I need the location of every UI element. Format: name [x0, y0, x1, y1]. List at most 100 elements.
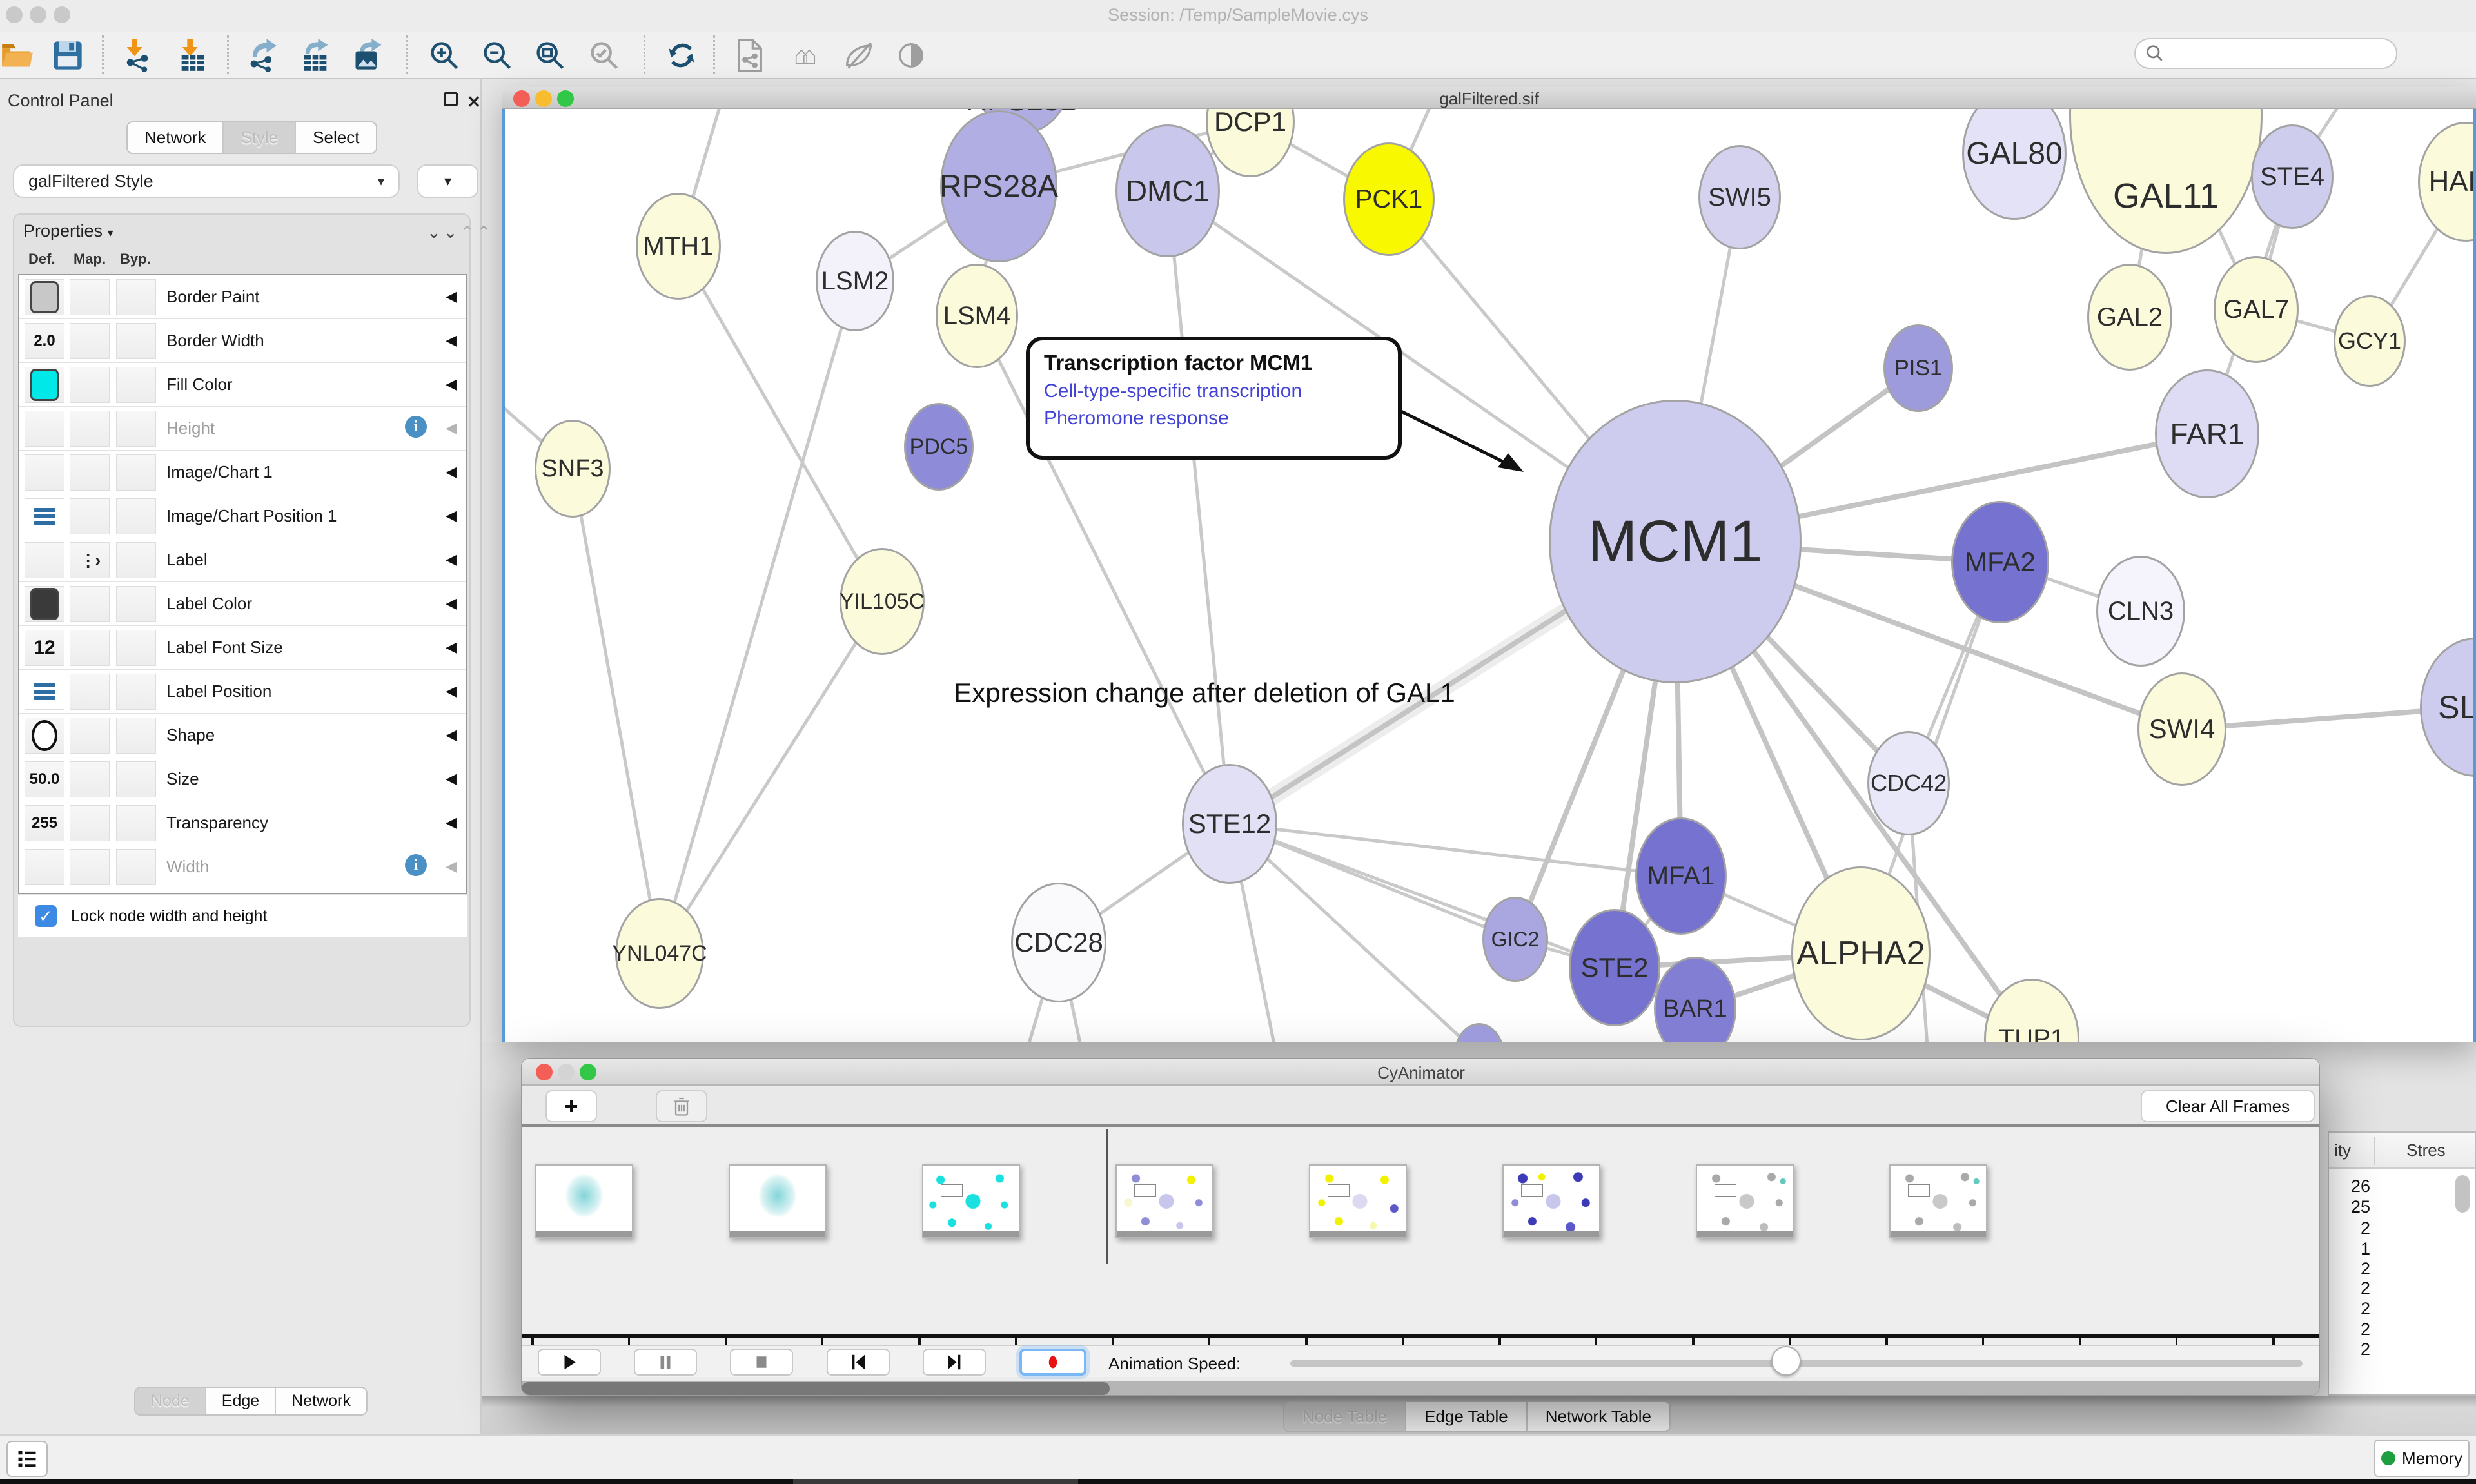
skip-to-end-button[interactable]	[923, 1349, 986, 1376]
network-node[interactable]: MTH1	[636, 193, 721, 300]
property-row-height[interactable]: Height i ◀	[19, 407, 466, 451]
network-node[interactable]: GAL7	[2214, 256, 2299, 363]
column-divider[interactable]	[2374, 1137, 2375, 1165]
expand-arrow-icon[interactable]: ◀	[446, 464, 457, 480]
keyframe-thumbnail[interactable]	[1115, 1164, 1213, 1238]
close-panel-icon[interactable]: ✕	[467, 92, 481, 112]
lock-size-checkbox[interactable]: ✓	[35, 905, 57, 927]
zoom-fit-icon[interactable]	[533, 38, 567, 73]
keyframe-thumbnail[interactable]	[1309, 1164, 1407, 1238]
memory-button[interactable]: Memory	[2374, 1440, 2470, 1477]
tab-edge-table[interactable]: Edge Table	[1406, 1402, 1528, 1431]
network-node[interactable]: FAR1	[2155, 369, 2259, 498]
network-node[interactable]: SWI4	[2137, 672, 2226, 786]
network-node[interactable]: RPS28A	[940, 110, 1057, 262]
cyanimator-timeline[interactable]: 0 1 2 3 4 5 6 7 8 9 Seconds	[522, 1129, 2320, 1345]
property-row-label-font-size[interactable]: 12 Label Font Size ◀	[19, 626, 466, 670]
properties-header[interactable]: Properties ▾	[23, 221, 113, 241]
info-icon[interactable]: i	[405, 854, 427, 876]
expand-arrow-icon[interactable]: ◀	[446, 332, 457, 349]
refresh-layout-icon[interactable]	[664, 38, 699, 73]
expand-arrow-icon[interactable]: ◀	[446, 814, 457, 831]
column-header-centrality[interactable]: ity	[2334, 1140, 2351, 1160]
property-row-transparency[interactable]: 255 Transparency ◀	[19, 801, 466, 845]
clear-all-frames-button[interactable]: Clear All Frames	[2141, 1090, 2315, 1122]
table-cell[interactable]: 2	[2332, 1218, 2370, 1238]
tab-network[interactable]: Network	[128, 122, 224, 153]
property-row-width[interactable]: Width i ◀	[19, 845, 466, 889]
network-node[interactable]: STE4	[2251, 124, 2334, 229]
style-options-menu-button[interactable]: ▾	[417, 164, 478, 198]
expand-arrow-icon[interactable]: ◀	[446, 507, 457, 524]
tab-network-table[interactable]: Network Table	[1528, 1402, 1669, 1431]
expand-arrow-icon[interactable]: ◀	[446, 288, 457, 305]
network-node[interactable]: SNF3	[535, 420, 611, 518]
expand-arrow-icon[interactable]: ◀	[446, 683, 457, 699]
network-node[interactable]: LSM2	[816, 231, 894, 331]
timeline-playhead[interactable]	[1106, 1129, 1108, 1264]
network-node[interactable]: CDC28	[1011, 883, 1106, 1002]
keyframe-thumbnail[interactable]	[1696, 1164, 1794, 1238]
expand-arrow-icon[interactable]: ◀	[446, 595, 457, 612]
style-selector-dropdown[interactable]: galFiltered Style ▾	[13, 164, 400, 198]
export-image-icon[interactable]	[351, 38, 386, 73]
network-node[interactable]: GCY1	[2334, 295, 2406, 387]
expand-arrow-icon[interactable]: ◀	[446, 639, 457, 656]
property-row-label-color[interactable]: Label Color ◀	[19, 582, 466, 626]
network-node[interactable]: SWI5	[1698, 145, 1781, 249]
column-header-stress[interactable]: Stres	[2406, 1140, 2446, 1160]
scrollbar-thumb[interactable]	[522, 1382, 1110, 1395]
slider-thumb[interactable]	[1771, 1346, 1801, 1376]
expand-arrow-icon[interactable]: ◀	[446, 727, 457, 743]
task-history-button[interactable]	[6, 1441, 48, 1477]
network-node[interactable]: GIC2	[1482, 897, 1548, 982]
keyframe-thumbnail[interactable]	[922, 1164, 1020, 1238]
tab-select[interactable]: Select	[296, 122, 376, 153]
property-row-size[interactable]: 50.0 Size ◀	[19, 757, 466, 801]
tab-edge[interactable]: Edge	[206, 1388, 276, 1414]
import-network-icon[interactable]	[120, 38, 155, 73]
play-button[interactable]	[538, 1349, 601, 1376]
record-button[interactable]	[1019, 1349, 1086, 1376]
network-node[interactable]: MFA2	[1951, 501, 2049, 623]
expand-collapse-icons[interactable]: ⌄⌄⌃⌃	[427, 222, 493, 242]
table-cell[interactable]: 25	[2332, 1197, 2370, 1217]
annotation-box[interactable]: Transcription factor MCM1 Cell-type-spec…	[1026, 337, 1402, 460]
expand-arrow-icon[interactable]: ◀	[446, 376, 457, 393]
network-node[interactable]: PCK1	[1343, 142, 1435, 256]
network-node[interactable]: YNL047C	[615, 898, 704, 1009]
expand-arrow-icon[interactable]: ◀	[446, 551, 457, 568]
keyframe-thumbnail[interactable]	[1889, 1164, 1987, 1238]
save-session-icon[interactable]	[50, 38, 85, 73]
network-node[interactable]: GAL2	[2087, 264, 2172, 371]
import-table-icon[interactable]	[175, 38, 210, 73]
tab-node-table[interactable]: Node Table	[1284, 1402, 1406, 1431]
network-node[interactable]: PIS1	[1883, 324, 1953, 412]
keyframe-thumbnail[interactable]	[535, 1164, 633, 1238]
table-scrollbar[interactable]	[2455, 1175, 2470, 1213]
network-node[interactable]: STE12	[1182, 764, 1277, 884]
property-row-fill-color[interactable]: Fill Color ◀	[19, 363, 466, 407]
tab-style[interactable]: Style	[224, 122, 296, 153]
property-row-shape[interactable]: Shape ◀	[19, 714, 466, 757]
table-cell[interactable]: 2	[2332, 1299, 2370, 1319]
network-node[interactable]: MFA1	[1635, 817, 1727, 935]
cyanimator-titlebar[interactable]: CyAnimator	[522, 1059, 2320, 1086]
network-node[interactable]: MCM1	[1549, 400, 1802, 683]
property-row-label-position[interactable]: Label Position ◀	[19, 670, 466, 714]
network-node[interactable]: DMC1	[1115, 124, 1220, 257]
tab-network-bottom[interactable]: Network	[276, 1388, 366, 1414]
keyframe-thumbnail[interactable]	[729, 1164, 827, 1238]
table-cell[interactable]: 2	[2332, 1340, 2370, 1360]
network-canvas[interactable]: RPS28B DCP1 RPS28A DMC1 PCK1 SWI5 GAL80 …	[502, 109, 2476, 1042]
network-node[interactable]: ALPHA2	[1791, 866, 1931, 1040]
property-row-border-paint[interactable]: Border Paint ◀	[19, 275, 466, 319]
default-value-swatch[interactable]	[25, 367, 64, 403]
table-cell[interactable]: 1	[2332, 1239, 2370, 1259]
add-frame-button[interactable]: +	[545, 1090, 597, 1122]
search-field[interactable]	[2134, 38, 2397, 69]
property-row-border-width[interactable]: 2.0 Border Width ◀	[19, 319, 466, 363]
network-node[interactable]: CDC42	[1867, 731, 1950, 835]
table-cell[interactable]: 2	[2332, 1320, 2370, 1340]
skip-to-start-button[interactable]	[827, 1349, 890, 1376]
